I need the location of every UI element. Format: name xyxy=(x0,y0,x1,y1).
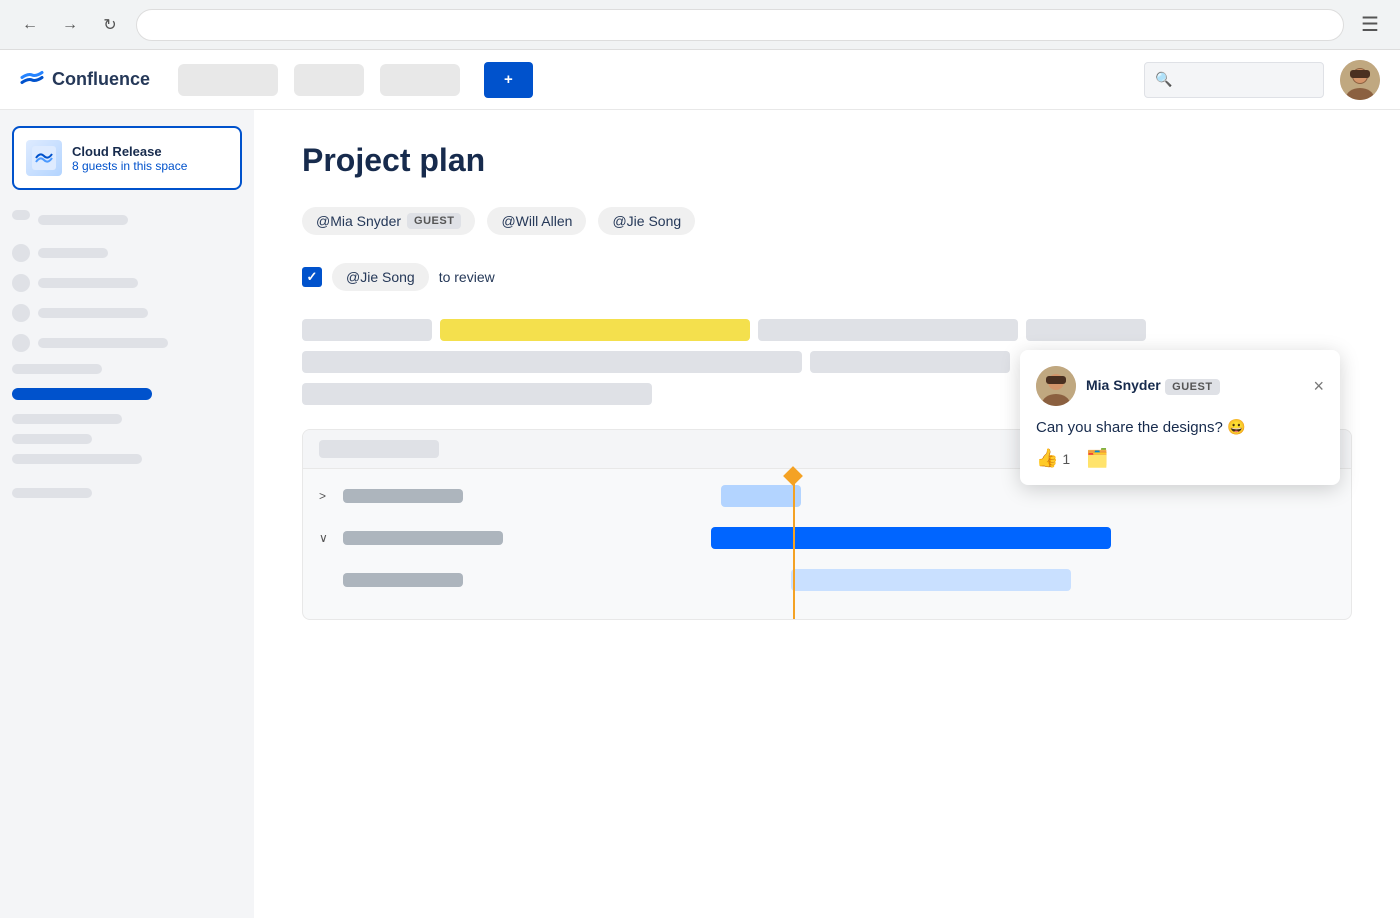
mention-mia-text: @Mia Snyder xyxy=(316,213,401,229)
mention-chip-jie[interactable]: @Jie Song xyxy=(598,207,695,235)
mention-chip-mia[interactable]: @Mia Snyder GUEST xyxy=(302,207,475,235)
nav-item-3[interactable] xyxy=(380,64,460,96)
create-button[interactable]: + xyxy=(484,62,533,98)
sidebar: Cloud Release 8 guests in this space xyxy=(0,110,254,918)
comment-close-button[interactable]: × xyxy=(1313,377,1324,395)
user-avatar[interactable] xyxy=(1340,60,1380,100)
app-header: Confluence + 🔍 xyxy=(0,50,1400,110)
forward-button[interactable]: → xyxy=(56,11,84,39)
like-count: 1 xyxy=(1062,451,1070,467)
comment-body: Can you share the designs? 😀 xyxy=(1036,418,1324,436)
thumbs-up-icon: 👍 xyxy=(1036,448,1058,469)
task-mention-text: @Jie Song xyxy=(346,269,415,285)
create-plus-icon: + xyxy=(504,71,513,88)
gantt-expand-2[interactable]: ∨ xyxy=(319,531,335,545)
back-button[interactable]: ← xyxy=(16,11,44,39)
space-card[interactable]: Cloud Release 8 guests in this space xyxy=(12,126,242,190)
search-input[interactable] xyxy=(1180,72,1313,87)
browser-chrome: ← → ↻ ☰ xyxy=(0,0,1400,50)
mention-will-text: @Will Allen xyxy=(501,213,572,229)
sidebar-item xyxy=(12,334,242,352)
search-box[interactable]: 🔍 xyxy=(1144,62,1324,98)
confluence-icon xyxy=(20,68,44,92)
task-mention-chip[interactable]: @Jie Song xyxy=(332,263,429,291)
gantt-expand-3: > xyxy=(319,573,335,587)
task-row: @Jie Song to review xyxy=(302,263,1352,291)
mention-jie-text: @Jie Song xyxy=(612,213,681,229)
nav-item-2[interactable] xyxy=(294,64,364,96)
comment-like-button[interactable]: 👍 1 xyxy=(1036,448,1070,469)
gantt-expand-1[interactable]: > xyxy=(319,489,335,503)
resolve-icon: 🗂️ xyxy=(1086,448,1108,468)
comment-avatar xyxy=(1036,366,1076,406)
url-bar[interactable] xyxy=(136,9,1344,41)
mentions-row: @Mia Snyder GUEST @Will Allen @Jie Song xyxy=(302,207,1352,235)
task-text: to review xyxy=(439,269,495,285)
comment-resolve-button[interactable]: 🗂️ xyxy=(1086,448,1108,469)
sidebar-item xyxy=(12,304,242,322)
page-title: Project plan xyxy=(302,142,1352,179)
comment-author-name: Mia Snyder xyxy=(1086,377,1161,393)
comment-actions: 👍 1 🗂️ xyxy=(1036,448,1324,469)
content-row-1 xyxy=(302,319,1352,341)
space-guests[interactable]: 8 guests in this space xyxy=(72,159,187,173)
app-logo-text: Confluence xyxy=(52,69,150,90)
reload-button[interactable]: ↻ xyxy=(96,11,124,39)
task-checkbox[interactable] xyxy=(302,267,322,287)
comment-popup: Mia Snyder GUEST × Can you share the des… xyxy=(1020,350,1340,485)
comment-author-info: Mia Snyder GUEST xyxy=(1086,377,1220,395)
nav-item-1[interactable] xyxy=(178,64,278,96)
sidebar-item xyxy=(12,244,242,262)
logo-area: Confluence xyxy=(20,68,150,92)
space-name: Cloud Release xyxy=(72,144,187,159)
guest-badge-mia: GUEST xyxy=(407,213,461,229)
sidebar-item xyxy=(12,274,242,292)
space-info: Cloud Release 8 guests in this space xyxy=(72,144,187,173)
gantt-row-2: ∨ xyxy=(319,523,1335,553)
mention-chip-will[interactable]: @Will Allen xyxy=(487,207,586,235)
comment-header: Mia Snyder GUEST × xyxy=(1036,366,1324,406)
gantt-row-1: > xyxy=(319,481,1335,511)
space-icon xyxy=(26,140,62,176)
content-area: Project plan @Mia Snyder GUEST @Will All… xyxy=(254,110,1400,918)
search-icon: 🔍 xyxy=(1155,71,1172,88)
gantt-body: > ∨ > xyxy=(303,469,1351,619)
browser-menu-button[interactable]: ☰ xyxy=(1356,11,1384,39)
comment-author-badge: GUEST xyxy=(1165,379,1219,395)
main-layout: Cloud Release 8 guests in this space xyxy=(0,110,1400,918)
active-nav-item[interactable] xyxy=(12,388,152,400)
sidebar-skeleton xyxy=(12,210,242,498)
gantt-row-3: > xyxy=(319,565,1335,595)
